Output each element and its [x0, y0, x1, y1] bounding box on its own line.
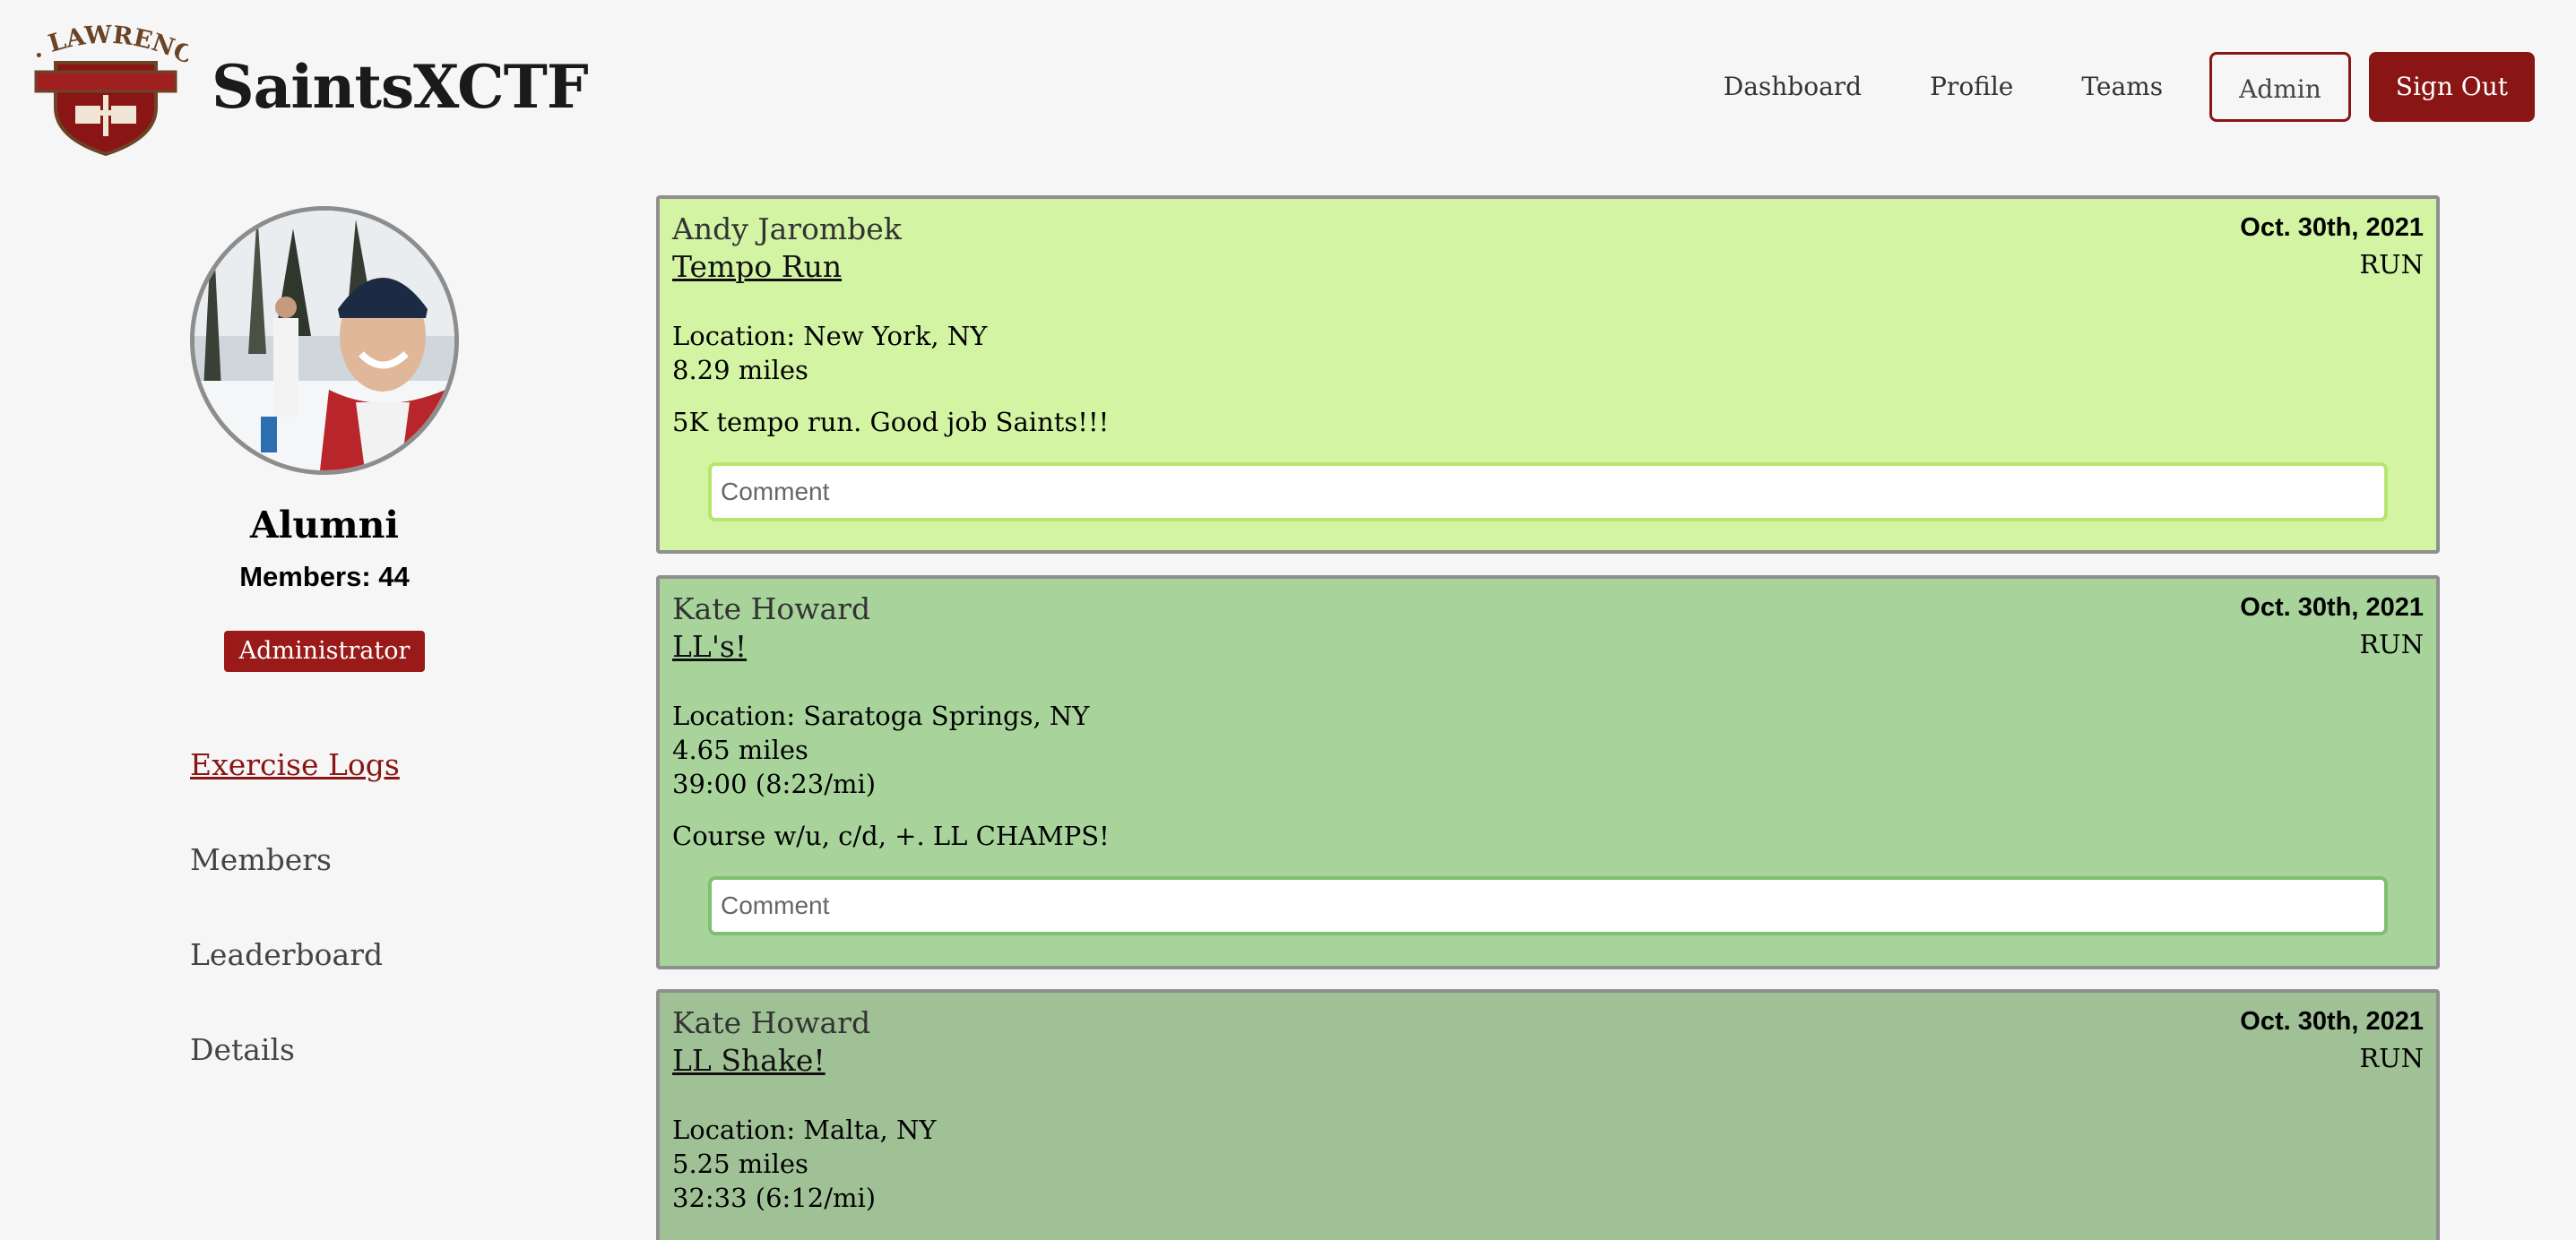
group-nav-leaderboard[interactable]: Leaderboard — [190, 935, 400, 1030]
log-type: RUN — [2359, 249, 2424, 280]
exercise-log-card: Kate Howard LL Shake! Oct. 30th, 2021 RU… — [656, 989, 2440, 1240]
exercise-log-card: Andy Jarombek Tempo Run Oct. 30th, 2021 … — [656, 195, 2440, 554]
log-type: RUN — [2359, 1043, 2424, 1073]
top-nav: Dashboard Profile Teams Admin Sign Out — [1690, 52, 2535, 122]
group-nav: Exercise Logs Members Leaderboard Detail… — [190, 745, 400, 1125]
group-nav-exercise-logs[interactable]: Exercise Logs — [190, 745, 400, 840]
log-date: Oct. 30th, 2021 — [2240, 593, 2424, 622]
exercise-log-card: Kate Howard LL's! Oct. 30th, 2021 RUN Lo… — [656, 575, 2440, 969]
group-nav-members[interactable]: Members — [190, 840, 400, 935]
nav-teams[interactable]: Teams — [2047, 52, 2197, 122]
log-user-name[interactable]: Kate Howard — [672, 591, 870, 626]
log-title-link[interactable]: Tempo Run — [672, 249, 842, 284]
app-header: ST. LAWRENCE SaintsXCTF Dashboard Profil… — [0, 0, 2576, 179]
log-user-name[interactable]: Andy Jarombek — [672, 211, 902, 246]
log-type: RUN — [2359, 629, 2424, 659]
log-title-link[interactable]: LL Shake! — [672, 1043, 826, 1078]
group-name: Alumni — [250, 504, 399, 547]
group-avatar — [190, 206, 459, 475]
log-time: 39:00 (8:23/mi) — [672, 769, 877, 799]
st-lawrence-logo[interactable]: ST. LAWRENCE — [23, 20, 188, 156]
nav-dashboard[interactable]: Dashboard — [1690, 52, 1896, 122]
log-title-link[interactable]: LL's! — [672, 629, 747, 664]
nav-admin-button[interactable]: Admin — [2209, 52, 2351, 122]
log-date: Oct. 30th, 2021 — [2240, 1007, 2424, 1036]
log-description: 5K tempo run. Good job Saints!!! — [672, 407, 1110, 437]
sign-out-button[interactable]: Sign Out — [2368, 52, 2535, 122]
log-distance: 8.29 miles — [672, 355, 808, 385]
role-badge: Administrator — [224, 631, 425, 672]
log-description: Course w/u, c/d, +. LL CHAMPS! — [672, 821, 1110, 851]
log-location: Location: New York, NY — [672, 321, 988, 351]
app-title[interactable]: SaintsXCTF — [212, 52, 589, 122]
comment-input[interactable] — [708, 876, 2388, 935]
group-sidebar: Alumni Members: 44 Administrator Exercis… — [0, 179, 649, 1240]
log-date: Oct. 30th, 2021 — [2240, 213, 2424, 242]
nav-profile[interactable]: Profile — [1896, 52, 2047, 122]
log-location: Location: Malta, NY — [672, 1115, 937, 1145]
log-user-name[interactable]: Kate Howard — [672, 1005, 870, 1040]
log-distance: 4.65 miles — [672, 735, 808, 765]
comment-input[interactable] — [708, 462, 2388, 521]
members-count: Members: 44 — [239, 561, 410, 592]
log-time: 32:33 (6:12/mi) — [672, 1183, 877, 1213]
log-location: Location: Saratoga Springs, NY — [672, 701, 1090, 731]
exercise-log-feed: Andy Jarombek Tempo Run Oct. 30th, 2021 … — [656, 195, 2440, 1240]
log-distance: 5.25 miles — [672, 1149, 808, 1179]
group-nav-details[interactable]: Details — [190, 1030, 400, 1125]
